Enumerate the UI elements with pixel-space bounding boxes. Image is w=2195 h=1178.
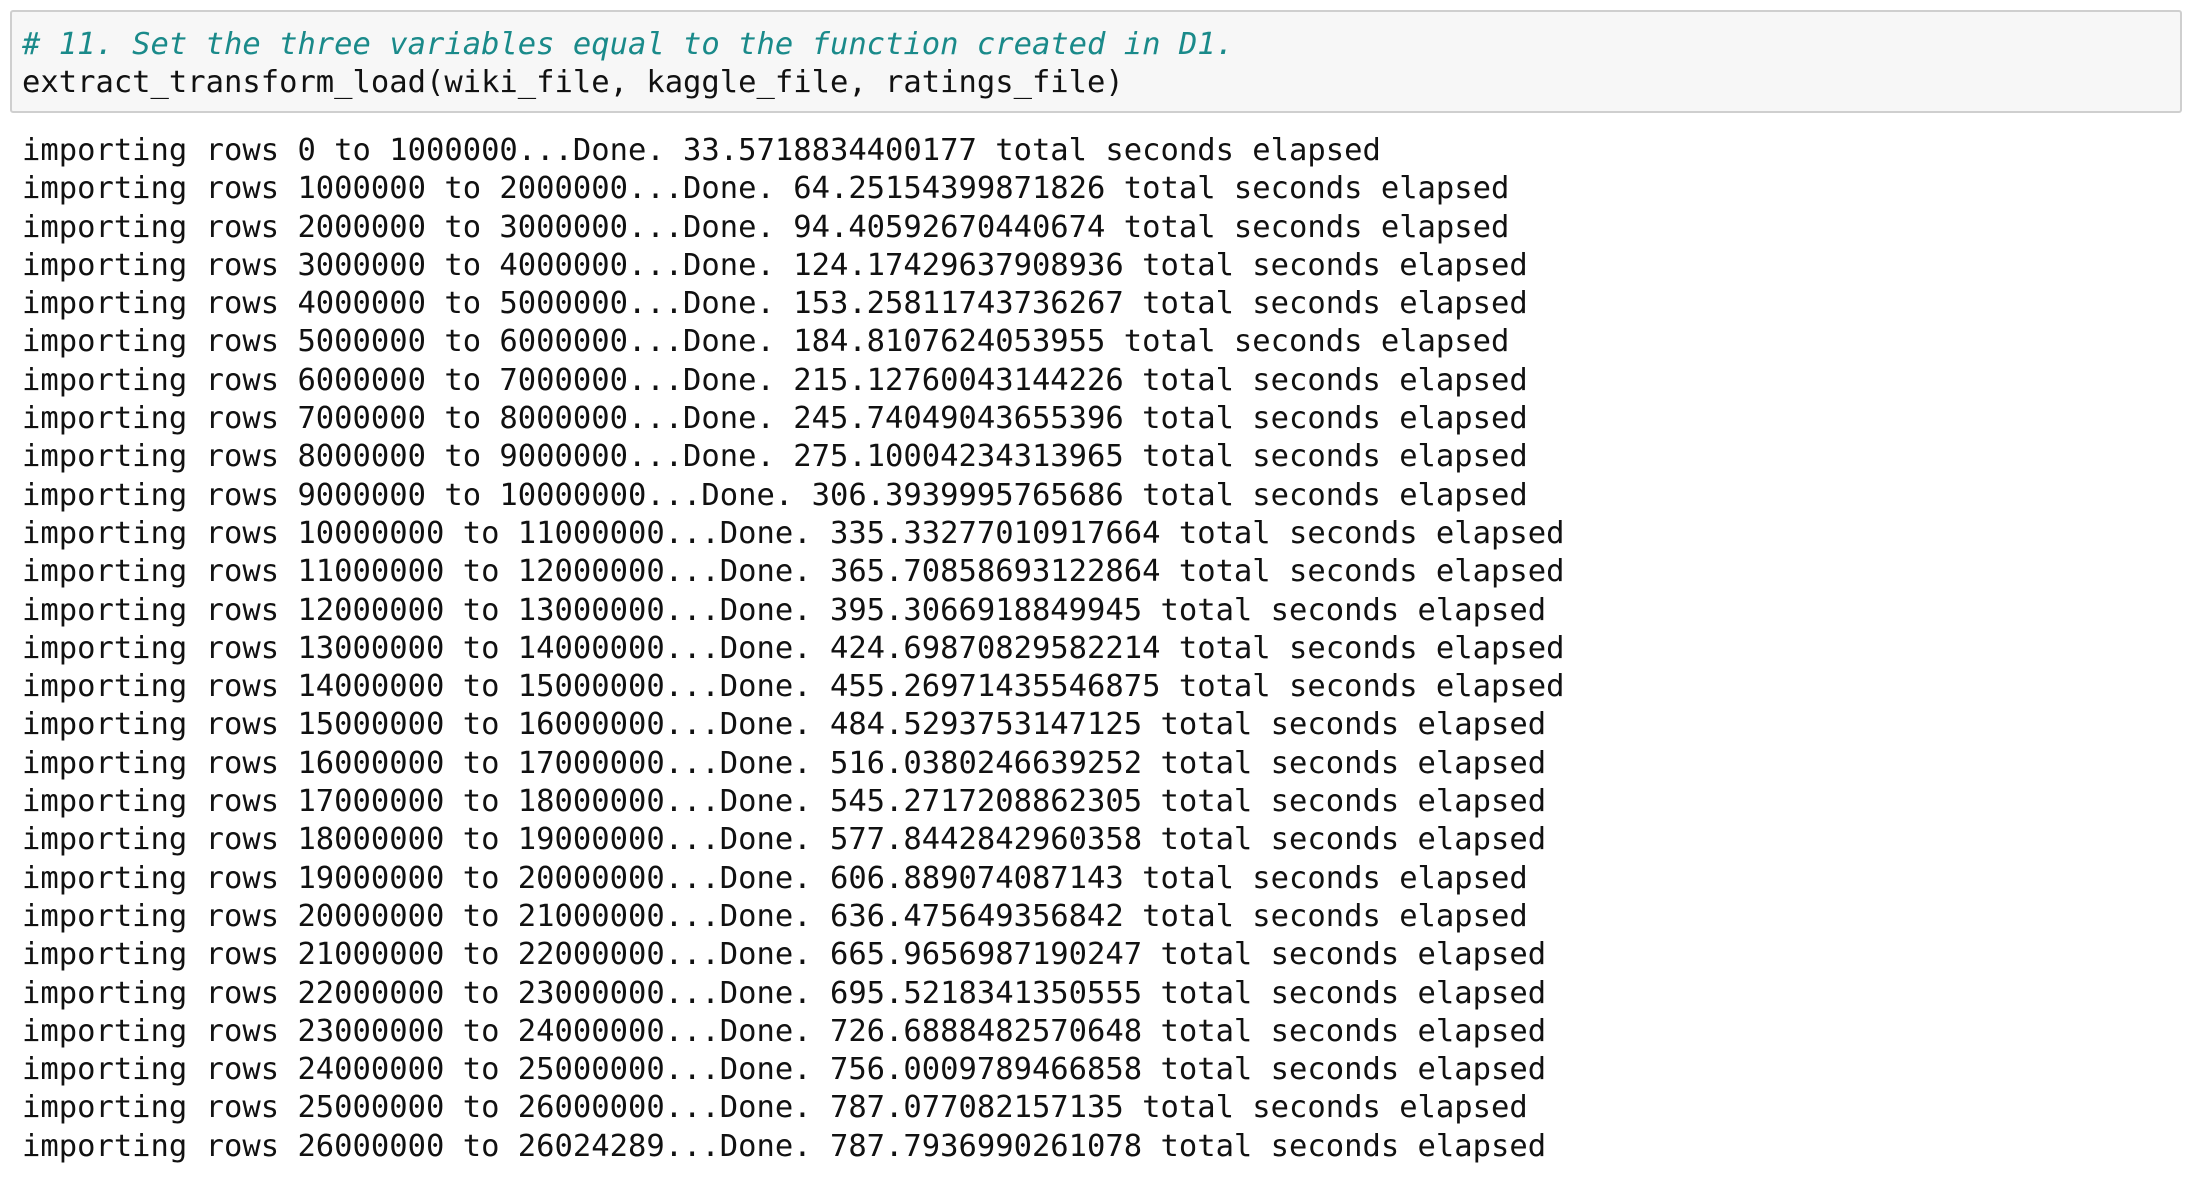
output-line: importing rows 19000000 to 20000000...Do… bbox=[22, 860, 1528, 896]
output-line: importing rows 16000000 to 17000000...Do… bbox=[22, 745, 1547, 781]
output-line: importing rows 6000000 to 7000000...Done… bbox=[22, 362, 1528, 398]
code-function-call-line: extract_transform_load(wiki_file, kaggle… bbox=[22, 65, 1124, 100]
output-line: importing rows 18000000 to 19000000...Do… bbox=[22, 822, 1547, 858]
output-line: importing rows 1000000 to 2000000...Done… bbox=[22, 171, 1510, 207]
output-line: importing rows 0 to 1000000...Done. 33.5… bbox=[22, 133, 1381, 168]
output-line: importing rows 24000000 to 25000000...Do… bbox=[22, 1052, 1547, 1088]
output-line: importing rows 14000000 to 15000000...Do… bbox=[22, 669, 1565, 705]
output-line: importing rows 12000000 to 13000000...Do… bbox=[22, 592, 1547, 628]
output-line: importing rows 8000000 to 9000000...Done… bbox=[22, 439, 1528, 475]
output-line: importing rows 3000000 to 4000000...Done… bbox=[22, 247, 1528, 283]
output-line: importing rows 23000000 to 24000000...Do… bbox=[22, 1013, 1547, 1049]
output-line: importing rows 5000000 to 6000000...Done… bbox=[22, 324, 1510, 360]
cell-output-area: importing rows 0 to 1000000...Done. 33.5… bbox=[22, 132, 2182, 1166]
code-comment-line: # 11. Set the three variables equal to t… bbox=[22, 27, 1234, 62]
output-line: importing rows 13000000 to 14000000...Do… bbox=[22, 630, 1565, 666]
code-input-area[interactable]: # 11. Set the three variables equal to t… bbox=[10, 10, 2182, 113]
output-line: importing rows 21000000 to 22000000...Do… bbox=[22, 937, 1547, 973]
output-line: importing rows 11000000 to 12000000...Do… bbox=[22, 554, 1565, 590]
output-line: importing rows 15000000 to 16000000...Do… bbox=[22, 707, 1547, 743]
output-line: importing rows 4000000 to 5000000...Done… bbox=[22, 286, 1528, 322]
output-line: importing rows 7000000 to 8000000...Done… bbox=[22, 401, 1528, 437]
output-line: importing rows 22000000 to 23000000...Do… bbox=[22, 975, 1547, 1011]
output-line: importing rows 26000000 to 26024289...Do… bbox=[22, 1128, 1547, 1164]
output-line: importing rows 25000000 to 26000000...Do… bbox=[22, 1090, 1528, 1126]
output-line: importing rows 20000000 to 21000000...Do… bbox=[22, 898, 1528, 934]
output-line: importing rows 17000000 to 18000000...Do… bbox=[22, 784, 1547, 820]
output-line: importing rows 10000000 to 11000000...Do… bbox=[22, 515, 1565, 551]
output-line: importing rows 9000000 to 10000000...Don… bbox=[22, 477, 1528, 513]
output-line: importing rows 2000000 to 3000000...Done… bbox=[22, 209, 1510, 245]
